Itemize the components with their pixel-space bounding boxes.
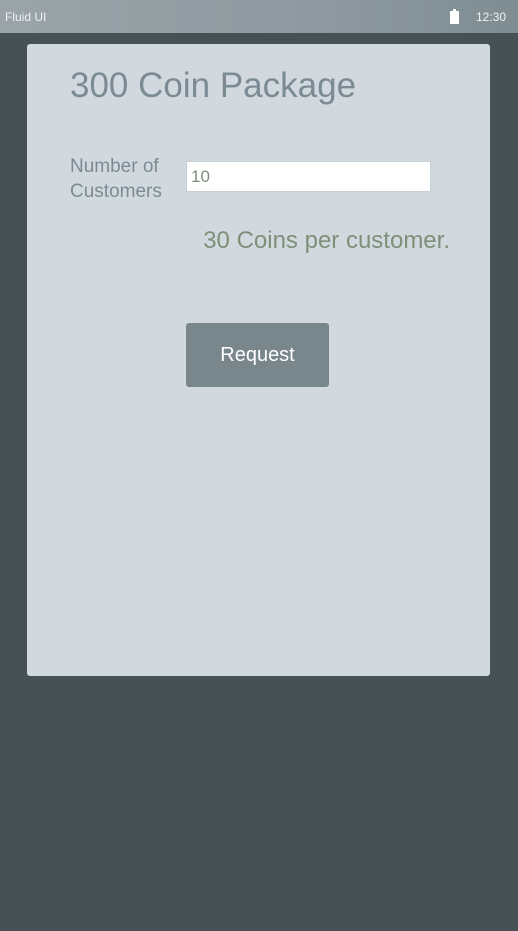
page-title: 300 Coin Package <box>70 66 357 105</box>
coins-per-customer-text: 30 Coins per customer. <box>203 227 450 254</box>
status-bar: Fluid UI 12:30 <box>0 0 518 33</box>
package-card: 300 Coin Package Number of Customers 30 … <box>27 44 490 676</box>
battery-icon <box>450 9 459 24</box>
customers-label-line2: Customers <box>70 181 162 202</box>
status-app-name: Fluid UI <box>5 10 47 24</box>
customers-input[interactable] <box>186 161 431 192</box>
customers-label-line1: Number of <box>70 156 159 177</box>
customers-label: Number of Customers <box>70 154 180 204</box>
request-button[interactable]: Request <box>186 323 329 387</box>
status-time: 12:30 <box>476 10 507 24</box>
